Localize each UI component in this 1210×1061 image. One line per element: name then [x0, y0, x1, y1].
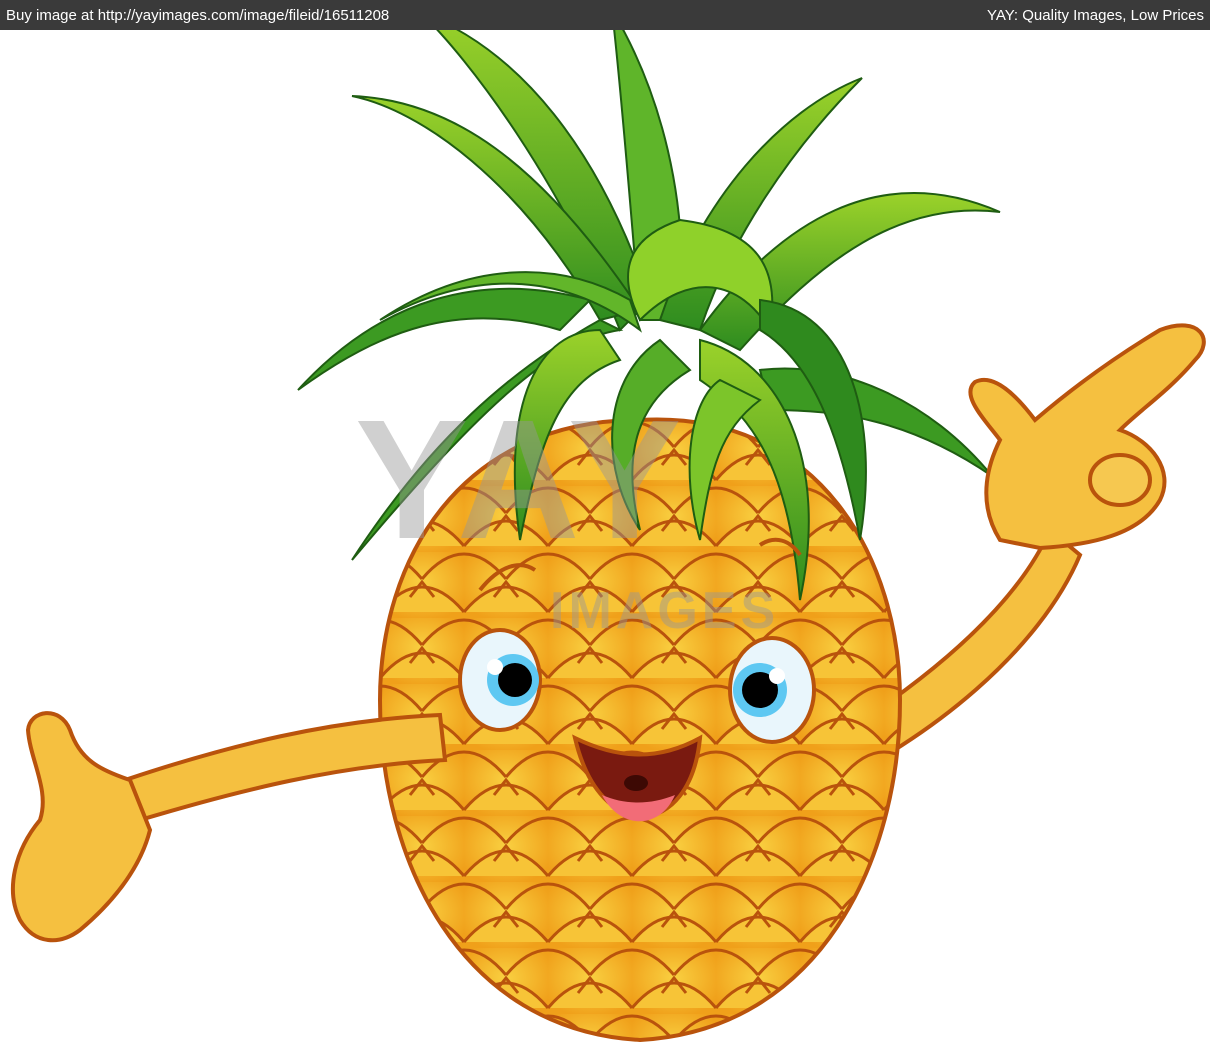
eye-left [458, 628, 542, 732]
right-hand [968, 323, 1206, 551]
banner-tagline: YAY: Quality Images, Low Prices [986, 6, 1204, 24]
left-arm [11, 711, 448, 943]
eye-right [728, 636, 816, 744]
pineapple-illustration [11, 9, 1206, 1043]
top-banner: Buy image at http://yayimages.com/image/… [0, 0, 1210, 30]
left-hand [11, 711, 153, 943]
pineapple-body [377, 417, 903, 1043]
buy-image-link[interactable]: Buy image at http://yayimages.com/image/… [6, 7, 389, 24]
